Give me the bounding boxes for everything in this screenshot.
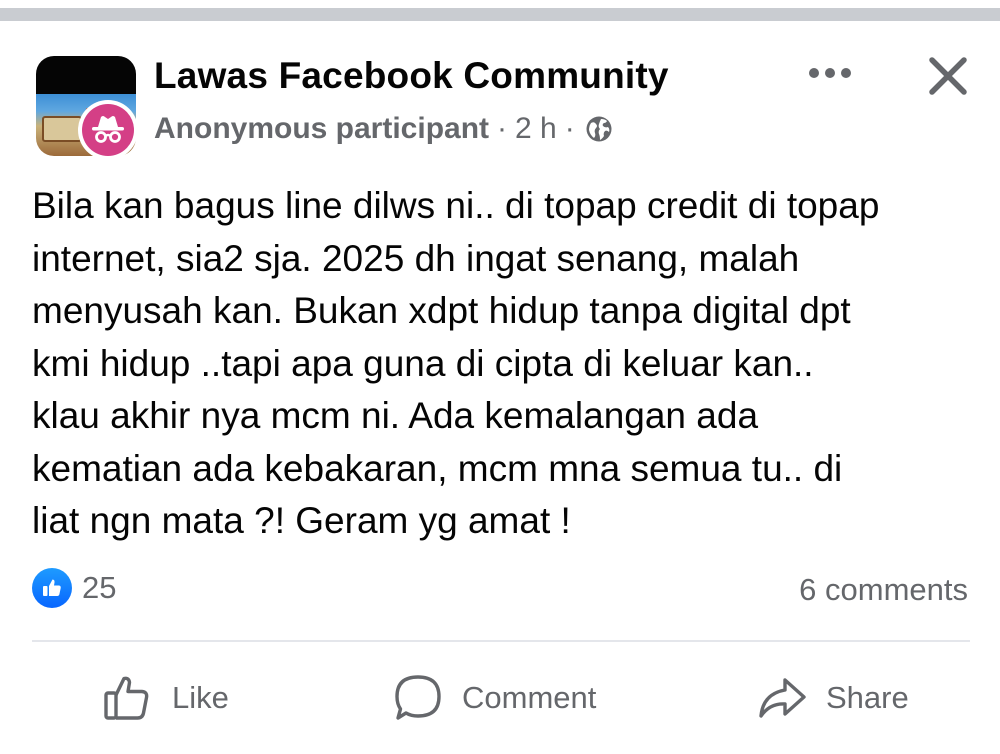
post-time[interactable]: 2 h: [515, 112, 557, 146]
close-icon: [929, 57, 967, 95]
top-bar: [0, 0, 1000, 8]
comment-label: Comment: [462, 680, 597, 715]
meta-separator: ·: [497, 112, 508, 145]
close-button[interactable]: [922, 50, 974, 102]
post-avatar[interactable]: [36, 56, 140, 160]
reactions-summary[interactable]: 25: [32, 568, 116, 608]
anonymous-incognito-icon: [82, 104, 134, 156]
post-body-text: Bila kan bagus line dilws ni.. di topap …: [32, 185, 880, 541]
anonymous-avatar: [78, 100, 138, 160]
thumbs-up-icon: [104, 676, 149, 720]
like-button[interactable]: Like: [102, 668, 229, 728]
like-label: Like: [172, 680, 229, 715]
post-meta: Anonymous participant · 2 h ·: [154, 112, 613, 146]
avatar-photo-detail: [42, 116, 82, 142]
reaction-count: 25: [82, 570, 117, 605]
comment-bubble-icon: [395, 675, 441, 720]
group-name[interactable]: Lawas Facebook Community: [154, 55, 669, 97]
author-name[interactable]: Anonymous participant: [154, 112, 489, 146]
share-arrow-icon: [759, 678, 806, 718]
meta-separator: ·: [564, 112, 575, 145]
share-button[interactable]: Share: [756, 668, 909, 728]
feed-divider: [0, 8, 1000, 21]
globe-icon[interactable]: [585, 115, 613, 143]
more-options-button[interactable]: [804, 58, 856, 88]
actions-divider: [32, 640, 970, 642]
comment-button[interactable]: Comment: [392, 668, 596, 728]
like-reaction-icon: [32, 568, 72, 608]
share-label: Share: [826, 680, 909, 715]
comments-count-link[interactable]: 6 comments: [799, 572, 968, 608]
more-horizontal-icon: [809, 68, 851, 78]
